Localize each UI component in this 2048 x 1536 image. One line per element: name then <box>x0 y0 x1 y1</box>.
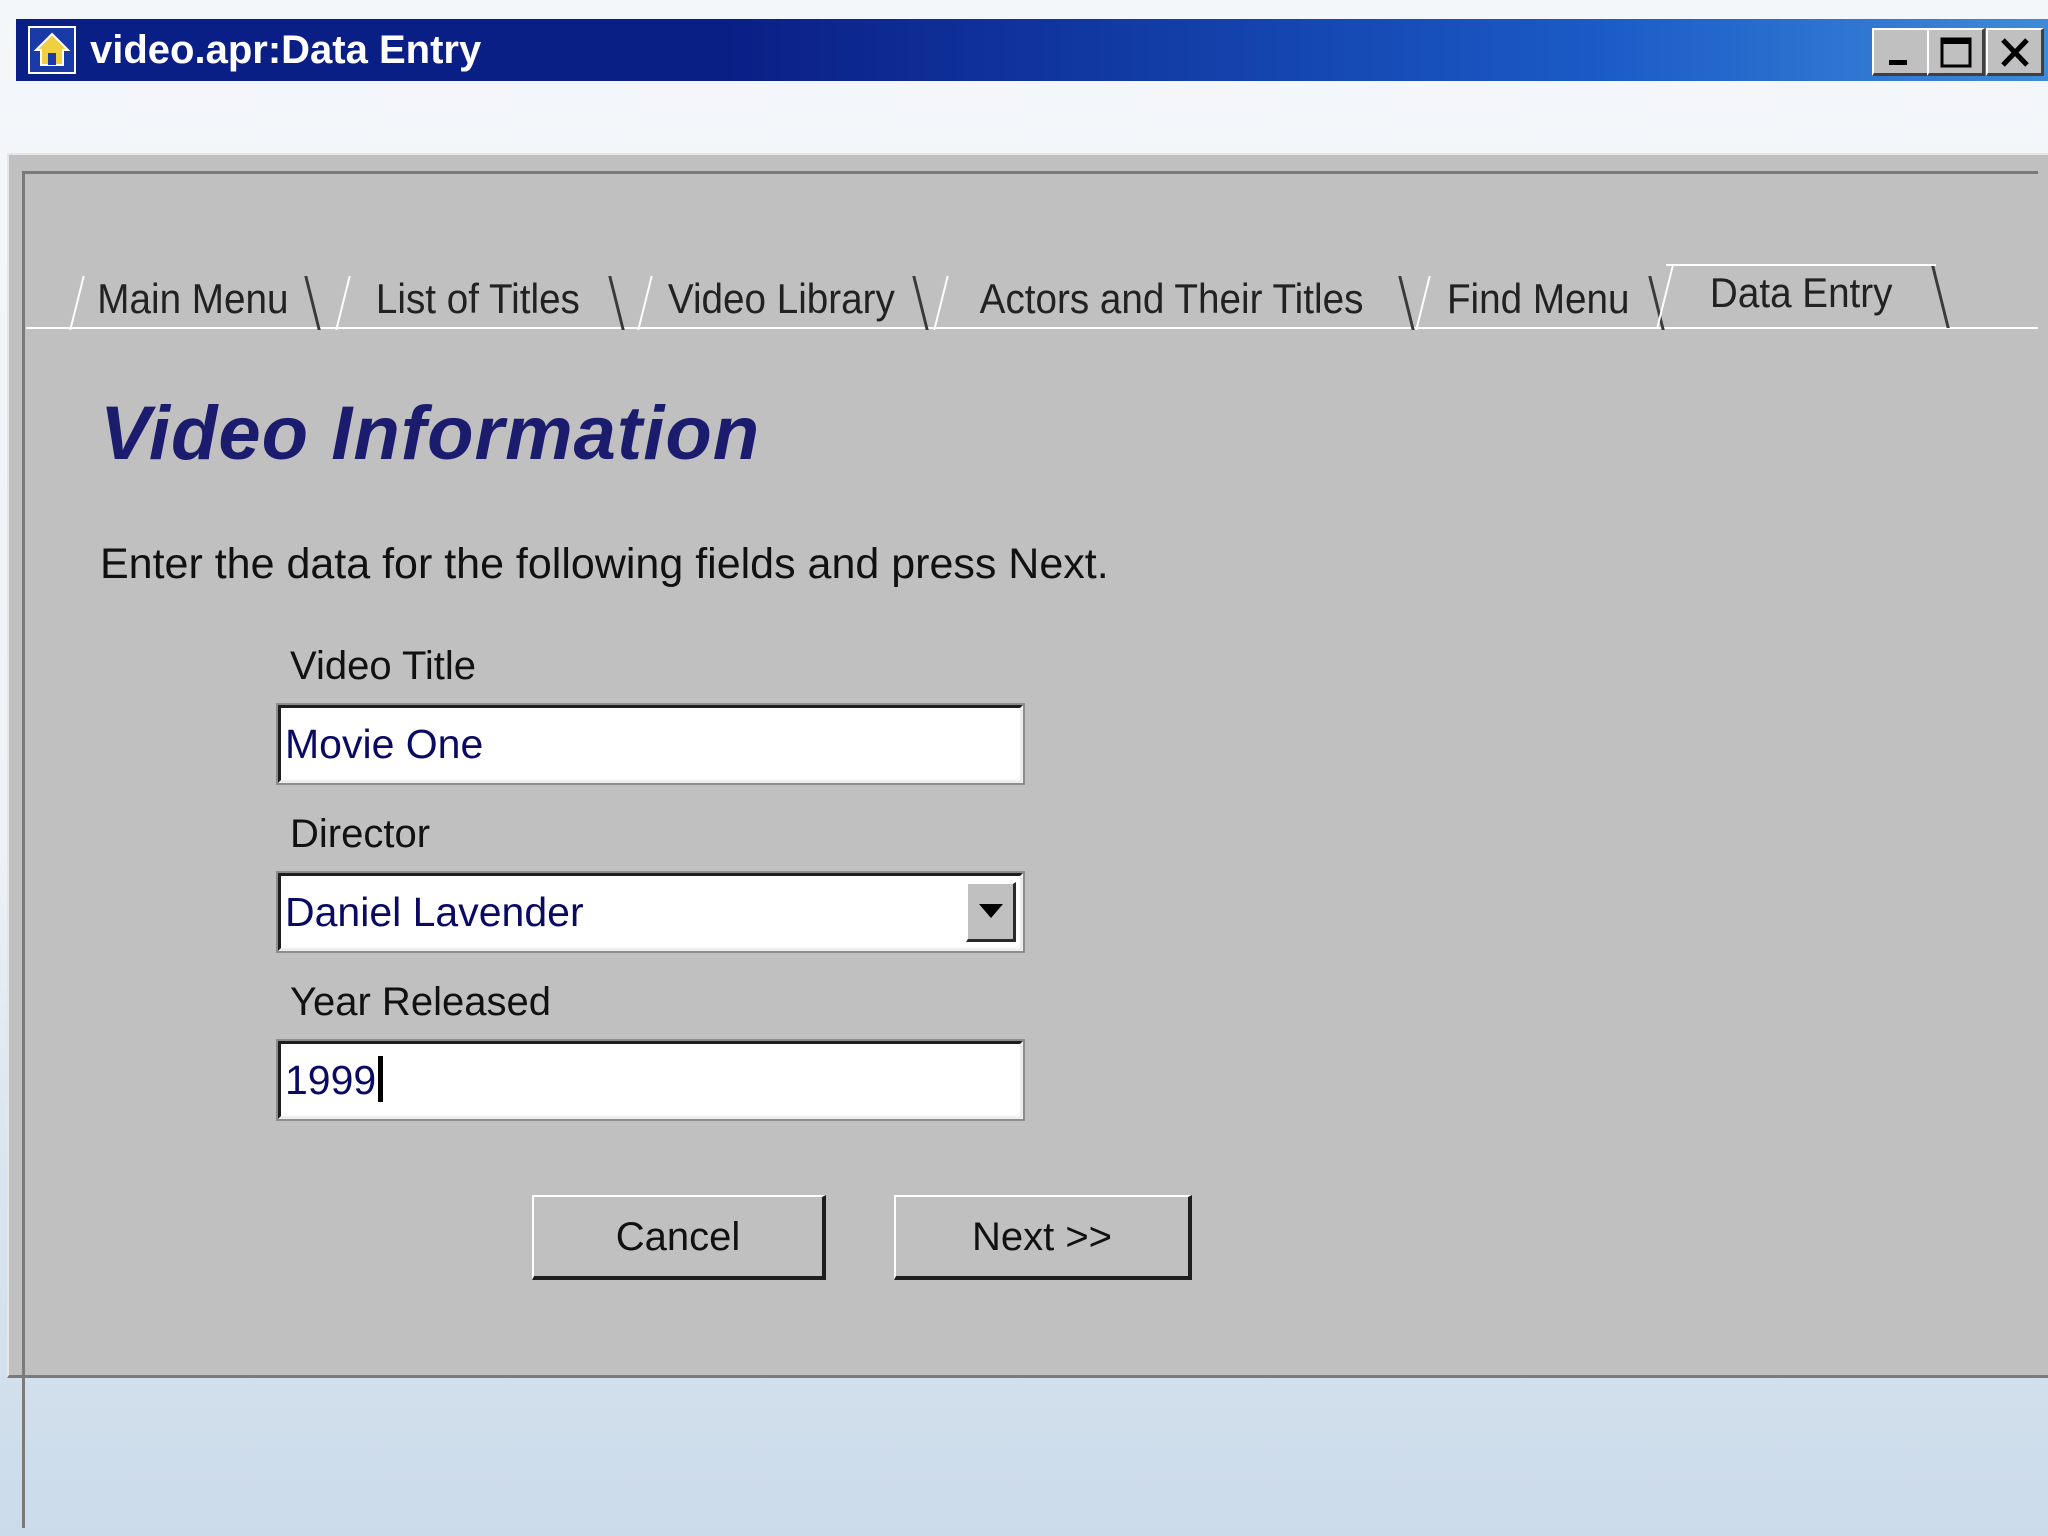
instructions-text: Enter the data for the following fields … <box>100 540 1109 588</box>
tab-label: Data Entry <box>1709 269 1893 316</box>
maximize-button[interactable] <box>1927 28 1985 76</box>
next-button[interactable]: Next >> <box>894 1195 1192 1280</box>
director-label: Director <box>290 812 431 856</box>
tab-bar: Main Menu List of Titles Video Library A… <box>26 264 2038 330</box>
tab-label: List of Titles <box>375 275 581 322</box>
tab-label: Actors and Their Titles <box>980 275 1364 322</box>
year-released-value: 1999 <box>285 1056 384 1104</box>
tab-label: Main Menu <box>97 275 289 322</box>
tab-list-of-titles[interactable]: List of Titles <box>335 272 625 330</box>
tab-find-menu[interactable]: Find Menu <box>1415 272 1665 330</box>
tab-label: Video Library <box>667 275 895 322</box>
maximize-icon <box>1940 37 1972 68</box>
director-dropdown-button[interactable] <box>966 882 1016 942</box>
tab-main-menu[interactable]: Main Menu <box>69 272 321 330</box>
window-title: video.apr:Data Entry <box>90 28 482 72</box>
video-title-input[interactable]: Movie One <box>276 703 1025 785</box>
video-title-value: Movie One <box>285 721 484 767</box>
cancel-button[interactable]: Cancel <box>532 1195 826 1280</box>
tab-video-library[interactable]: Video Library <box>637 272 929 330</box>
app-icon <box>28 26 76 74</box>
text-caret <box>378 1056 384 1102</box>
year-released-label: Year Released <box>290 980 551 1024</box>
page-heading: Video Information <box>100 391 761 476</box>
close-button[interactable] <box>1986 28 2044 76</box>
minimize-icon <box>1889 60 1907 65</box>
year-released-input[interactable]: 1999 <box>276 1039 1025 1121</box>
director-select[interactable]: Daniel Lavender <box>276 871 1025 953</box>
tab-actors-and-their-titles[interactable]: Actors and Their Titles <box>933 272 1415 330</box>
close-icon <box>2001 38 2029 67</box>
minimize-button[interactable] <box>1872 28 1930 76</box>
tab-data-entry[interactable]: Data Entry <box>1656 264 1950 328</box>
tab-label: Find Menu <box>1446 275 1630 322</box>
chevron-down-icon <box>979 904 1003 918</box>
director-value: Daniel Lavender <box>285 889 584 935</box>
title-bar[interactable]: video.apr:Data Entry <box>16 19 2048 81</box>
video-title-label: Video Title <box>290 644 477 688</box>
year-released-text: 1999 <box>285 1057 377 1103</box>
